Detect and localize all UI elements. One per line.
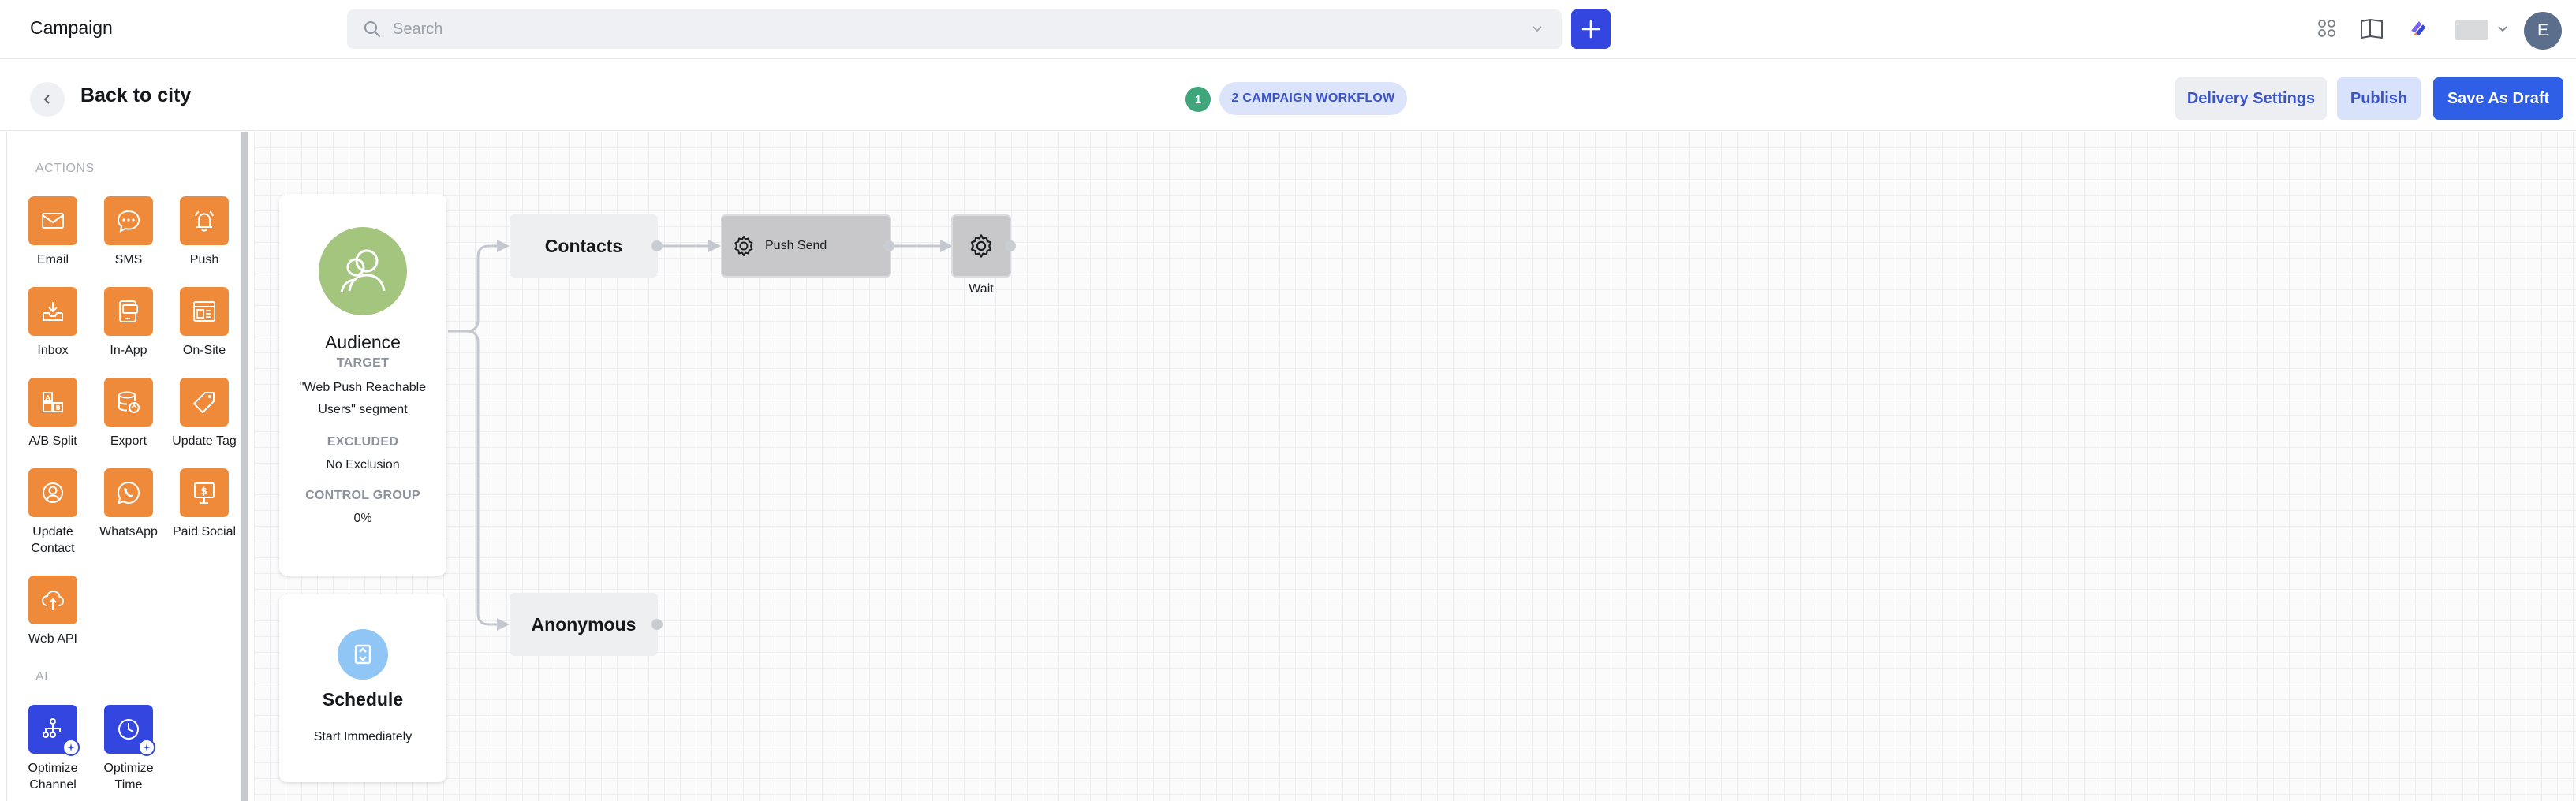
- excluded-label: EXCLUDED: [327, 435, 399, 449]
- gear-icon: [970, 234, 992, 258]
- node-output-port[interactable]: [883, 240, 894, 251]
- target-value: "Web Push Reachable Users" segment: [299, 381, 427, 416]
- target-label: TARGET: [336, 356, 390, 370]
- push-send-node[interactable]: Push Send: [721, 214, 891, 278]
- schedule-icon: [338, 629, 388, 680]
- push-send-label: Push Send: [765, 239, 827, 252]
- audience-icon: [319, 227, 407, 315]
- control-group-label: CONTROL GROUP: [305, 489, 420, 502]
- wait-label: Wait: [969, 282, 994, 296]
- audience-title: Audience: [325, 332, 401, 352]
- schedule-title: Schedule: [322, 689, 404, 710]
- excluded-value: No Exclusion: [326, 458, 400, 471]
- anonymous-node[interactable]: Anonymous: [510, 593, 658, 656]
- wait-node[interactable]: [951, 214, 1011, 278]
- control-group-value: 0%: [353, 512, 372, 525]
- node-output-port[interactable]: [651, 619, 663, 630]
- audience-card[interactable]: Audience TARGET "Web Push Reachable User…: [279, 194, 446, 576]
- schedule-value: Start Immediately: [313, 730, 413, 743]
- contacts-node[interactable]: Contacts: [510, 214, 658, 278]
- node-output-port[interactable]: [651, 240, 663, 251]
- gear-icon: [734, 236, 753, 256]
- node-output-port[interactable]: [1005, 240, 1016, 251]
- schedule-card[interactable]: Schedule Start Immediately: [279, 594, 446, 782]
